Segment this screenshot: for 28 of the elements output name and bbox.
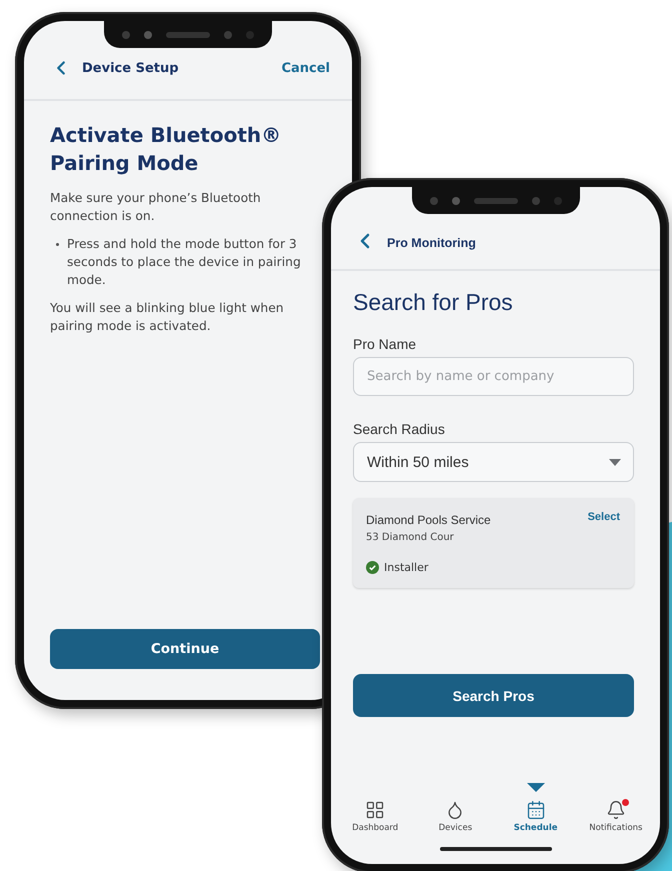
tab-icon xyxy=(526,800,546,820)
dropdown-caret-icon xyxy=(609,458,621,466)
bullet-icon xyxy=(56,243,59,246)
nav-tab[interactable]: Notifications xyxy=(589,798,642,833)
search-pros-button[interactable]: Search Pros xyxy=(353,674,634,717)
radius-dropdown[interactable]: Within 50 miles xyxy=(353,442,634,482)
page-heading: Activate Bluetooth® Pairing Mode xyxy=(50,122,282,177)
pro-address: 53 Diamond Cour xyxy=(366,532,455,543)
screen-title: Device Setup xyxy=(82,60,180,78)
nav-tab[interactable]: Devices xyxy=(438,798,472,833)
instruction-text: Make sure your phone’s Bluetooth connection is on. xyxy=(50,190,262,225)
pro-name: Diamond Pools Service xyxy=(366,513,491,527)
select-link[interactable]: Select xyxy=(588,511,620,543)
check-circle-icon xyxy=(366,561,379,574)
field-label: Search Radius xyxy=(353,421,446,437)
pro-name-field[interactable]: Search by name or company xyxy=(353,357,634,396)
tab-icon xyxy=(365,800,386,820)
screen-title: Pro Monitoring xyxy=(387,235,477,252)
nav-tab[interactable]: Dashboard xyxy=(352,798,398,833)
page-heading: Search for Pros xyxy=(353,289,514,316)
nav-tab[interactable]: Schedule xyxy=(514,798,558,833)
tab-icon xyxy=(606,800,626,820)
role-label: Installer xyxy=(384,561,428,574)
cancel-link[interactable]: Cancel xyxy=(281,59,330,79)
instruction-text: You will see a blinking blue light when pairing mode is activated. xyxy=(50,300,285,335)
continue-button[interactable]: Continue xyxy=(50,629,320,669)
field-label: Pro Name xyxy=(353,336,418,352)
instruction-text: Press and hold the mode button for 3 seconds to place the device in pairing mode. xyxy=(67,236,302,289)
